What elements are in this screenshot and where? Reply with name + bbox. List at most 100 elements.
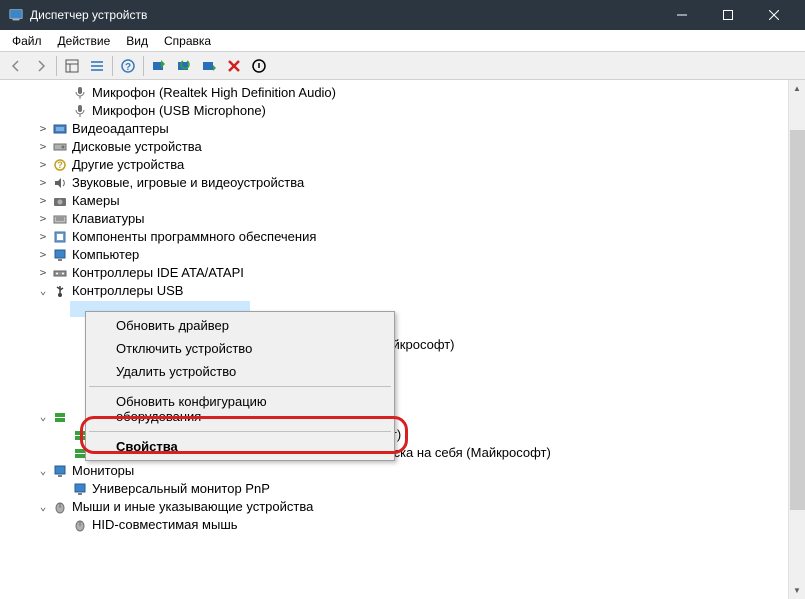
- scroll-down-button[interactable]: ▼: [789, 582, 805, 599]
- cm-separator: [89, 431, 391, 432]
- tree-container: Микрофон (Realtek High Definition Audio)…: [0, 80, 805, 599]
- sound-icon: [52, 175, 68, 191]
- expand-icon[interactable]: >: [36, 192, 50, 210]
- collapse-icon[interactable]: ⌄: [36, 462, 50, 480]
- tree-item-ide[interactable]: > Контроллеры IDE ATA/ATAPI: [0, 264, 805, 282]
- cm-uninstall-device[interactable]: Удалить устройство: [88, 360, 392, 383]
- help-button[interactable]: ?: [116, 54, 140, 78]
- app-icon: [8, 7, 24, 23]
- tree-item-monitors[interactable]: ⌄ Мониторы: [0, 462, 805, 480]
- mouse-icon: [72, 517, 88, 533]
- tree-item-label: Камеры: [72, 192, 120, 210]
- software-icon: [52, 229, 68, 245]
- expand-icon[interactable]: >: [36, 246, 50, 264]
- tree-item-label: Дисковые устройства: [72, 138, 202, 156]
- storage-controller-icon: [52, 409, 68, 425]
- camera-icon: [52, 193, 68, 209]
- display-adapter-icon: [52, 121, 68, 137]
- tree-item-hid-mouse[interactable]: HID-совместимая мышь: [0, 516, 805, 534]
- tree-item-pnp-monitor[interactable]: Универсальный монитор PnP: [0, 480, 805, 498]
- tree-item-label: Микрофон (USB Microphone): [92, 102, 266, 120]
- view-button[interactable]: [60, 54, 84, 78]
- back-button[interactable]: [4, 54, 28, 78]
- expand-icon[interactable]: >: [36, 228, 50, 246]
- expand-icon[interactable]: >: [36, 156, 50, 174]
- tree-item-label: Мониторы: [72, 462, 134, 480]
- tree-item-label: Компьютер: [72, 246, 139, 264]
- toolbar-separator: [112, 56, 113, 76]
- minimize-button[interactable]: [659, 0, 705, 30]
- computer-icon: [52, 247, 68, 263]
- menu-view[interactable]: Вид: [118, 32, 156, 50]
- collapse-icon[interactable]: ⌄: [36, 282, 50, 300]
- expand-icon[interactable]: >: [36, 174, 50, 192]
- tree-item-disk[interactable]: > Дисковые устройства: [0, 138, 805, 156]
- menu-file[interactable]: Файл: [4, 32, 50, 50]
- tree-item-cameras[interactable]: > Камеры: [0, 192, 805, 210]
- usb-controller-icon: [52, 283, 68, 299]
- tree-item-label: Звуковые, игровые и видеоустройства: [72, 174, 304, 192]
- expand-icon[interactable]: >: [36, 264, 50, 282]
- maximize-button[interactable]: [705, 0, 751, 30]
- monitor-icon: [52, 463, 68, 479]
- details-button[interactable]: [85, 54, 109, 78]
- menu-help[interactable]: Справка: [156, 32, 219, 50]
- toolbar-separator: [143, 56, 144, 76]
- toolbar: ?: [0, 52, 805, 80]
- microphone-icon: [72, 103, 88, 119]
- cm-separator: [89, 386, 391, 387]
- other-devices-icon: ?: [52, 157, 68, 173]
- collapse-icon[interactable]: ⌄: [36, 408, 50, 426]
- expand-icon[interactable]: >: [36, 138, 50, 156]
- tree-item-usb[interactable]: ⌄ Контроллеры USB: [0, 282, 805, 300]
- tree-item-computer[interactable]: > Компьютер: [0, 246, 805, 264]
- disable-button[interactable]: [247, 54, 271, 78]
- tree-item-audio[interactable]: > Звуковые, игровые и видеоустройства: [0, 174, 805, 192]
- expand-icon[interactable]: >: [36, 210, 50, 228]
- uninstall-button[interactable]: [222, 54, 246, 78]
- window-controls: [659, 0, 797, 30]
- tree-item-video[interactable]: > Видеоадаптеры: [0, 120, 805, 138]
- tree-item-software[interactable]: > Компоненты программного обеспечения: [0, 228, 805, 246]
- tree-item-mic2[interactable]: Микрофон (USB Microphone): [0, 102, 805, 120]
- tree-item-label: Компоненты программного обеспечения: [72, 228, 316, 246]
- svg-text:?: ?: [57, 160, 63, 170]
- device-tree[interactable]: Микрофон (Realtek High Definition Audio)…: [0, 80, 805, 538]
- cm-properties[interactable]: Свойства: [88, 435, 392, 458]
- tree-item-keyboards[interactable]: > Клавиатуры: [0, 210, 805, 228]
- update-driver-button[interactable]: [172, 54, 196, 78]
- close-button[interactable]: [751, 0, 797, 30]
- collapse-icon[interactable]: ⌄: [36, 498, 50, 516]
- microphone-icon: [72, 85, 88, 101]
- tree-item-label: Другие устройства: [72, 156, 184, 174]
- toolbar-separator: [56, 56, 57, 76]
- forward-button[interactable]: [29, 54, 53, 78]
- tree-item-mice[interactable]: ⌄ Мыши и иные указывающие устройства: [0, 498, 805, 516]
- cm-scan-hardware[interactable]: Обновить конфигурацию оборудования: [88, 390, 392, 428]
- tree-item-label: Мыши и иные указывающие устройства: [72, 498, 313, 516]
- tree-item-label: Универсальный монитор PnP: [92, 480, 270, 498]
- scan-button[interactable]: [147, 54, 171, 78]
- monitor-icon: [72, 481, 88, 497]
- tree-item-label: HID-совместимая мышь: [92, 516, 238, 534]
- cm-disable-device[interactable]: Отключить устройство: [88, 337, 392, 360]
- svg-text:?: ?: [125, 62, 131, 73]
- vertical-scrollbar[interactable]: ▲ ▼: [788, 80, 805, 599]
- window-title: Диспетчер устройств: [30, 8, 659, 22]
- expand-icon[interactable]: >: [36, 120, 50, 138]
- titlebar: Диспетчер устройств: [0, 0, 805, 30]
- tree-item-mic1[interactable]: Микрофон (Realtek High Definition Audio): [0, 84, 805, 102]
- cm-update-driver[interactable]: Обновить драйвер: [88, 314, 392, 337]
- tree-item-other[interactable]: > ? Другие устройства: [0, 156, 805, 174]
- tree-item-label: Микрофон (Realtek High Definition Audio): [92, 84, 336, 102]
- ide-controller-icon: [52, 265, 68, 281]
- tree-item-label: Видеоадаптеры: [72, 120, 169, 138]
- menu-action[interactable]: Действие: [50, 32, 119, 50]
- keyboard-icon: [52, 211, 68, 227]
- tree-item-label: Клавиатуры: [72, 210, 145, 228]
- scroll-up-button[interactable]: ▲: [789, 80, 805, 97]
- disk-drive-icon: [52, 139, 68, 155]
- enable-button[interactable]: [197, 54, 221, 78]
- scroll-thumb[interactable]: [790, 130, 805, 510]
- tree-item-label: Контроллеры USB: [72, 282, 183, 300]
